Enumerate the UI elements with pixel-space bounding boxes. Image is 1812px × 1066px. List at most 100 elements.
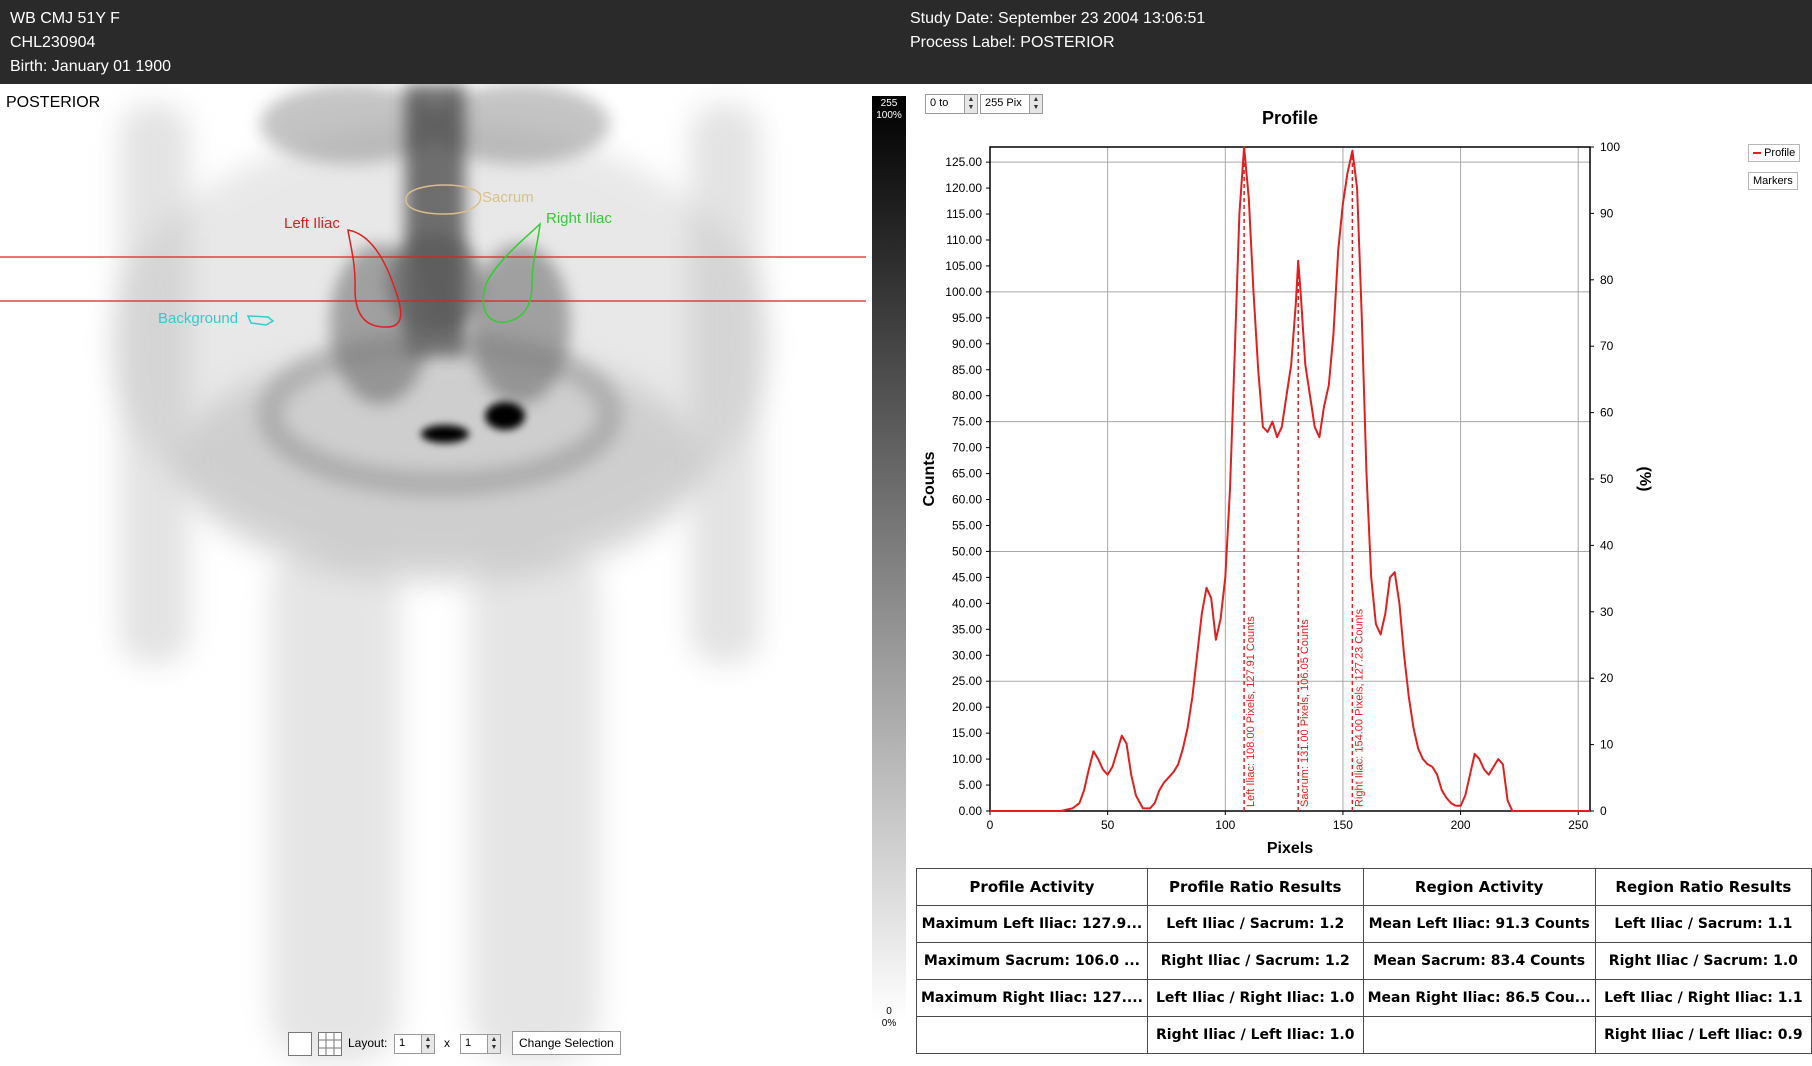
results-body: Maximum Left Iliac: 127.9... Left Iliac /… <box>916 905 1812 1054</box>
y-tick-label: 20.00 <box>952 700 982 714</box>
process-label: Process Label: POSTERIOR <box>910 34 1115 51</box>
y2-tick-label: 50 <box>1600 472 1614 486</box>
stepper-arrows-icon[interactable]: ▲ ▼ <box>487 1035 500 1053</box>
results-cell: Mean Left Iliac: 91.3 Counts <box>1362 905 1596 943</box>
results-row: Maximum Right Iliac: 127.... Left Iliac /… <box>916 979 1812 1017</box>
stepper-arrows-icon[interactable]: ▲ ▼ <box>421 1035 434 1053</box>
colorbar-min-value: 0 <box>886 1006 892 1017</box>
y-tick-label: 85.00 <box>952 363 982 377</box>
x-tick-label: 100 <box>1215 818 1235 832</box>
results-cell: Left Iliac / Sacrum: 1.2 <box>1146 905 1364 943</box>
change-selection-button[interactable]: Change Selection <box>512 1031 621 1055</box>
legend-line-swatch <box>1753 152 1761 155</box>
y-tick-label: 50.00 <box>952 544 982 558</box>
results-cell: Left Iliac / Right Iliac: 1.0 <box>1146 979 1364 1017</box>
y-tick-label: 55.00 <box>952 518 982 532</box>
results-column-header: Profile Activity <box>916 868 1148 906</box>
x-tick-label: 250 <box>1568 818 1588 832</box>
x-tick-label: 0 <box>987 818 994 832</box>
x-tick-label: 150 <box>1333 818 1353 832</box>
y-tick-label: 125.00 <box>945 155 982 169</box>
y2-tick-label: 10 <box>1600 738 1614 752</box>
single-view-icon[interactable] <box>288 1032 312 1056</box>
y-tick-label: 70.00 <box>952 441 982 455</box>
left-iliac-roi-label: Left Iliac <box>284 215 340 232</box>
y2-tick-label: 0 <box>1600 804 1607 818</box>
results-column-header: Profile Ratio Results <box>1146 868 1364 906</box>
results-cell: Mean Right Iliac: 86.5 Cou... <box>1362 979 1596 1017</box>
grid-view-icon[interactable] <box>318 1032 342 1056</box>
results-row: Right Iliac / Left Iliac: 1.0 Right Iliac… <box>916 1016 1812 1054</box>
scan-viewer[interactable]: Sacrum Left Iliac Right Iliac Background… <box>0 84 872 1066</box>
plot-frame <box>989 146 1591 812</box>
y2-tick-label: 70 <box>1600 339 1614 353</box>
x-axis-label: Pixels <box>1267 840 1313 857</box>
layout-rows-stepper[interactable]: 1 ▲ ▼ <box>394 1034 435 1054</box>
results-cell <box>916 1016 1148 1054</box>
legend-profile[interactable]: Profile <box>1748 144 1801 162</box>
results-row: Maximum Sacrum: 106.0 ... Right Iliac / S… <box>916 942 1812 980</box>
patient-header: WB CMJ 51Y F CHL230904 Birth: January 01… <box>0 0 1812 84</box>
results-row: Maximum Left Iliac: 127.9... Left Iliac /… <box>916 905 1812 943</box>
results-cell: Mean Sacrum: 83.4 Counts <box>1362 942 1596 980</box>
y-tick-label: 105.00 <box>945 259 982 273</box>
y2-tick-label: 100 <box>1600 140 1620 154</box>
y-tick-label: 80.00 <box>952 389 982 403</box>
x-tick-label: 200 <box>1451 818 1471 832</box>
legend-markers[interactable]: Markers <box>1748 172 1798 190</box>
profile-series-line[interactable] <box>990 146 1590 812</box>
grayscale-gradient <box>872 96 906 1020</box>
profile-chart[interactable]: Profile 0.00 5.00 10.00 15.00 20.00 25.00 30.00… <box>912 84 1812 864</box>
results-header-row: Profile Activity Profile Ratio Results Reg… <box>916 868 1812 906</box>
bone-scan-image[interactable]: Sacrum Left Iliac Right Iliac Background <box>0 84 872 1066</box>
colorbar-max-value: 255 <box>880 98 898 109</box>
colorbar-max-pct: 100% <box>876 110 902 121</box>
layout-cols-stepper[interactable]: 1 ▲ ▼ <box>460 1034 501 1054</box>
results-cell: Right Iliac / Left Iliac: 0.9 <box>1594 1016 1812 1054</box>
results-cell: Left Iliac / Sacrum: 1.1 <box>1594 905 1812 943</box>
y2-tick-label: 20 <box>1600 671 1614 685</box>
sacrum-roi-label: Sacrum <box>482 189 534 206</box>
results-column-header: Region Ratio Results <box>1594 868 1812 906</box>
layout-label: Layout: <box>348 1036 388 1050</box>
results-cell: Left Iliac / Right Iliac: 1.1 <box>1594 979 1812 1017</box>
y2-tick-label: 40 <box>1600 538 1614 552</box>
view-label: POSTERIOR <box>6 94 101 111</box>
background-roi-label: Background <box>158 310 238 327</box>
y2-tick-label: 80 <box>1600 273 1614 287</box>
y-tick-label: 10.00 <box>952 752 982 766</box>
results-cell: Right Iliac / Left Iliac: 1.0 <box>1146 1016 1364 1054</box>
results-cell: Right Iliac / Sacrum: 1.2 <box>1146 942 1364 980</box>
y-tick-label: 5.00 <box>959 778 983 792</box>
results-cell: Maximum Left Iliac: 127.9... <box>916 905 1148 943</box>
y-tick-label: 115.00 <box>946 207 982 221</box>
y-tick-label: 110.00 <box>946 233 982 247</box>
chart-title: Profile <box>1262 108 1318 128</box>
y-axis-label: Counts <box>921 451 938 506</box>
y-tick-label: 95.00 <box>952 311 982 325</box>
profile-marker-label: Right Iliac: 154.00 Pixels, 127.23 Count… <box>1353 608 1365 807</box>
results-column-header: Region Activity <box>1362 868 1596 906</box>
y2-tick-label: 30 <box>1600 605 1614 619</box>
y-tick-label: 0.00 <box>959 804 983 818</box>
grayscale-colorbar: 255 100% 0 0% <box>872 84 908 1034</box>
patient-id: CHL230904 <box>10 34 96 51</box>
scan-body-silhouette <box>110 84 770 1064</box>
y-tick-label: 45.00 <box>952 570 982 584</box>
y2-axis-label: (%) <box>1636 467 1653 492</box>
results-cell <box>1362 1016 1596 1054</box>
y2-tick-label: 60 <box>1600 406 1614 420</box>
profile-marker-label: Sacrum: 131.00 Pixels, 106.05 Counts <box>1299 619 1311 807</box>
y-tick-label: 75.00 <box>952 415 982 429</box>
x-tick-label: 50 <box>1101 818 1115 832</box>
right-iliac-roi-label: Right Iliac <box>546 210 612 227</box>
results-cell: Maximum Sacrum: 106.0 ... <box>916 942 1148 980</box>
layout-times-label: x <box>444 1036 450 1050</box>
y-tick-label: 120.00 <box>945 181 982 195</box>
y-tick-label: 90.00 <box>952 337 982 351</box>
y-tick-label: 25.00 <box>952 674 982 688</box>
y-tick-label: 40.00 <box>952 596 982 610</box>
y-tick-label: 65.00 <box>952 467 982 481</box>
colorbar-min-pct: 0% <box>881 1018 897 1029</box>
study-date: Study Date: September 23 2004 13:06:51 <box>910 10 1206 27</box>
